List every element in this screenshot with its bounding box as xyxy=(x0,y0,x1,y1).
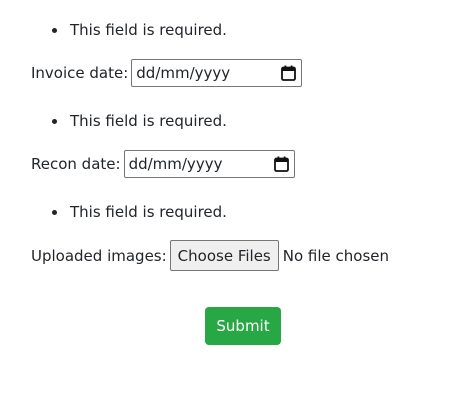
images-errors: This field is required. xyxy=(0,202,227,222)
images-row: Uploaded images: Choose Files No file ch… xyxy=(31,240,389,271)
choose-files-button[interactable]: Choose Files xyxy=(169,240,279,271)
invoice-date-errors: This field is required. xyxy=(0,20,227,40)
recon-date-row: Recon date: dd/mm/yyyy xyxy=(31,150,295,178)
calendar-icon[interactable] xyxy=(281,65,297,81)
invoice-date-label: Invoice date: xyxy=(31,64,129,82)
images-error: This field is required. xyxy=(52,203,227,221)
images-label: Uploaded images: xyxy=(31,246,167,265)
invoice-date-error: This field is required. xyxy=(52,21,227,39)
recon-date-placeholder: dd/mm/yyyy xyxy=(128,155,223,173)
recon-date-label: Recon date: xyxy=(31,155,121,173)
recon-date-errors: This field is required. xyxy=(0,111,227,131)
file-status: No file chosen xyxy=(282,246,389,265)
invoice-date-placeholder: dd/mm/yyyy xyxy=(136,64,231,82)
calendar-icon[interactable] xyxy=(273,156,289,172)
invoice-date-input[interactable]: dd/mm/yyyy xyxy=(131,59,303,87)
recon-date-error: This field is required. xyxy=(52,112,227,130)
recon-date-input[interactable]: dd/mm/yyyy xyxy=(123,150,295,178)
invoice-date-row: Invoice date: dd/mm/yyyy xyxy=(31,59,303,87)
submit-button[interactable]: Submit xyxy=(205,307,281,345)
